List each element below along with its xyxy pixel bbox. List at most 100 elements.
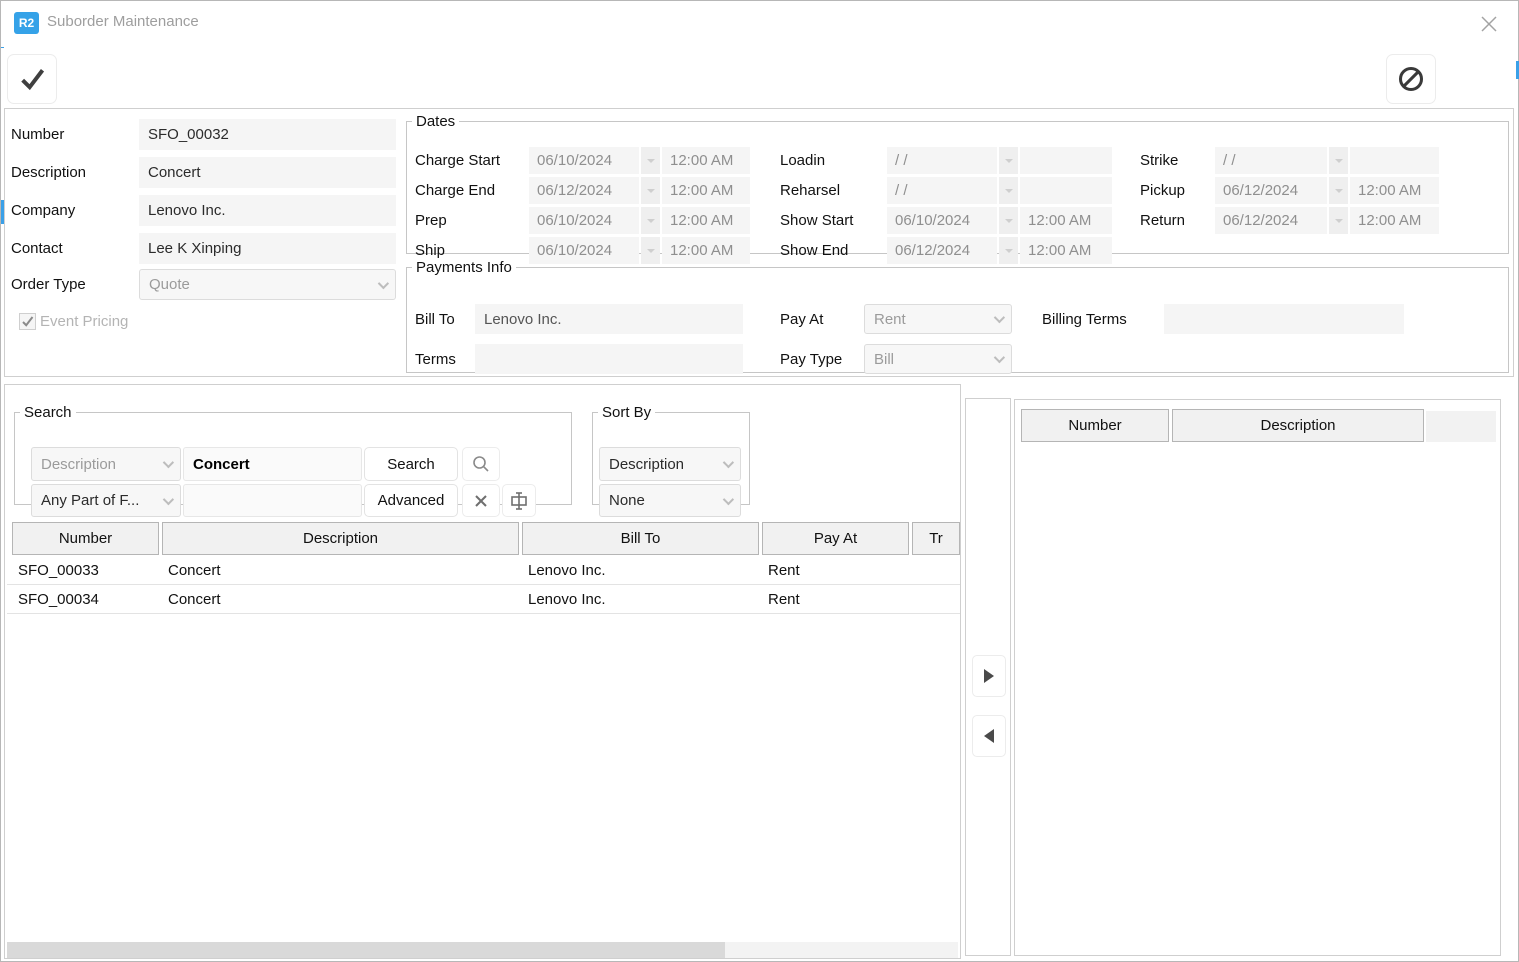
charge-end-time-input[interactable]: 12:00 AM [662, 177, 750, 204]
reharsel-time-input[interactable] [1020, 177, 1112, 204]
prohibit-icon [1397, 65, 1425, 93]
search-results-panel: Search Description Concert Search Any Pa… [4, 384, 961, 959]
search-lookup-button[interactable] [462, 447, 500, 481]
date-row-loadin: Loadin / / [780, 147, 1112, 174]
strike-time-input[interactable] [1350, 147, 1439, 174]
search-match-select[interactable]: Any Part of F... [31, 484, 181, 517]
app-logo-icon: R2 [14, 12, 39, 34]
row-number-cell: SFO_00033 [12, 556, 159, 585]
transfer-strip [965, 398, 1011, 956]
results-col-number[interactable]: Number [12, 522, 159, 555]
charge-start-label: Charge Start [415, 147, 529, 174]
bill-to-field[interactable]: Lenovo Inc. [475, 304, 743, 334]
chevron-down-icon [1005, 159, 1013, 163]
pickup-date-input[interactable]: 06/12/2024 [1215, 177, 1327, 204]
terms-field[interactable] [475, 344, 743, 374]
prep-date-dropdown[interactable] [641, 207, 660, 234]
pickup-date-dropdown[interactable] [1329, 177, 1348, 204]
move-left-button[interactable] [972, 715, 1006, 757]
sort-primary-select[interactable]: Description [599, 447, 741, 481]
date-row-charge-start: Charge Start 06/10/2024 12:00 AM [415, 147, 750, 174]
charge-start-date-dropdown[interactable] [641, 147, 660, 174]
table-row[interactable]: SFO_00033 Concert Lenovo Inc. Rent [7, 556, 960, 585]
charge-start-date-input[interactable]: 06/10/2024 [529, 147, 639, 174]
results-col-tr[interactable]: Tr [912, 522, 960, 555]
search-title: Search [20, 404, 76, 421]
date-row-pickup: Pickup 06/12/2024 12:00 AM [1140, 177, 1439, 204]
search-field-value: Description [41, 456, 116, 473]
reharsel-date-input[interactable]: / / [887, 177, 997, 204]
reharsel-date-dropdown[interactable] [999, 177, 1018, 204]
search-query2-input[interactable] [183, 484, 362, 517]
title-bar: R2 Suborder Maintenance [1, 1, 1518, 47]
company-label: Company [11, 195, 131, 226]
results-col-pay-at[interactable]: Pay At [762, 522, 909, 555]
chevron-down-icon [647, 159, 655, 163]
target-col-number[interactable]: Number [1021, 409, 1169, 442]
return-time-input[interactable]: 12:00 AM [1350, 207, 1439, 234]
bill-to-label: Bill To [415, 304, 455, 334]
chevron-down-icon [163, 493, 174, 504]
chevron-down-icon [647, 189, 655, 193]
chevron-down-icon [1005, 189, 1013, 193]
charge-end-date-dropdown[interactable] [641, 177, 660, 204]
pay-type-label: Pay Type [780, 344, 842, 374]
charge-start-time-input[interactable]: 12:00 AM [662, 147, 750, 174]
pickup-time-input[interactable]: 12:00 AM [1350, 177, 1439, 204]
return-label: Return [1140, 207, 1215, 234]
order-type-select[interactable]: Quote [139, 269, 396, 300]
show-start-time-input[interactable]: 12:00 AM [1020, 207, 1112, 234]
pay-type-select[interactable]: Bill [864, 344, 1012, 374]
loadin-label: Loadin [780, 147, 887, 174]
event-pricing-checkbox[interactable] [19, 313, 36, 330]
pay-at-select[interactable]: Rent [864, 304, 1012, 334]
chevron-down-icon [1335, 189, 1343, 193]
selected-suborders-panel: Number Description [1014, 399, 1501, 956]
advanced-button[interactable]: Advanced [364, 484, 458, 517]
billing-terms-field[interactable] [1164, 304, 1404, 334]
arrow-left-icon [983, 728, 995, 744]
clear-search-button[interactable] [462, 484, 500, 517]
check-icon [18, 65, 46, 93]
loadin-date-input[interactable]: / / [887, 147, 997, 174]
strike-date-dropdown[interactable] [1329, 147, 1348, 174]
sort-secondary-select[interactable]: None [599, 484, 741, 517]
search-query-input[interactable]: Concert [183, 447, 362, 481]
show-start-date-input[interactable]: 06/10/2024 [887, 207, 997, 234]
payments-title: Payments Info [412, 259, 516, 276]
loadin-time-input[interactable] [1020, 147, 1112, 174]
results-col-description[interactable]: Description [162, 522, 519, 555]
prep-date-input[interactable]: 06/10/2024 [529, 207, 639, 234]
move-right-button[interactable] [972, 655, 1006, 697]
prep-time-input[interactable]: 12:00 AM [662, 207, 750, 234]
chevron-down-icon [378, 277, 389, 288]
row-description-cell: Concert [162, 585, 519, 614]
chevron-down-icon [1005, 249, 1013, 253]
description-field[interactable]: Concert [139, 157, 396, 188]
charge-end-date-input[interactable]: 06/12/2024 [529, 177, 639, 204]
scrollbar-thumb[interactable] [7, 942, 725, 958]
horizontal-scrollbar[interactable] [7, 942, 958, 958]
results-col-bill-to[interactable]: Bill To [522, 522, 759, 555]
number-field[interactable]: SFO_00032 [139, 119, 396, 150]
cancel-button[interactable] [1386, 54, 1436, 104]
loadin-date-dropdown[interactable] [999, 147, 1018, 174]
contact-field[interactable]: Lee K Xinping [139, 233, 396, 264]
search-button[interactable]: Search [364, 447, 458, 481]
search-field-select[interactable]: Description [31, 447, 181, 481]
row-pay-at-cell: Rent [762, 585, 909, 614]
checkmark-icon [21, 315, 34, 328]
show-start-date-dropdown[interactable] [999, 207, 1018, 234]
strike-date-input[interactable]: / / [1215, 147, 1327, 174]
target-col-description[interactable]: Description [1172, 409, 1424, 442]
description-label: Description [11, 157, 131, 188]
terms-label: Terms [415, 344, 456, 374]
confirm-button[interactable] [7, 54, 57, 104]
company-field[interactable]: Lenovo Inc. [139, 195, 396, 226]
field-chooser-button[interactable] [502, 484, 536, 517]
close-button[interactable] [1474, 9, 1504, 39]
return-date-input[interactable]: 06/12/2024 [1215, 207, 1327, 234]
return-date-dropdown[interactable] [1329, 207, 1348, 234]
dates-title: Dates [412, 113, 459, 130]
table-row[interactable]: SFO_00034 Concert Lenovo Inc. Rent [7, 585, 960, 614]
